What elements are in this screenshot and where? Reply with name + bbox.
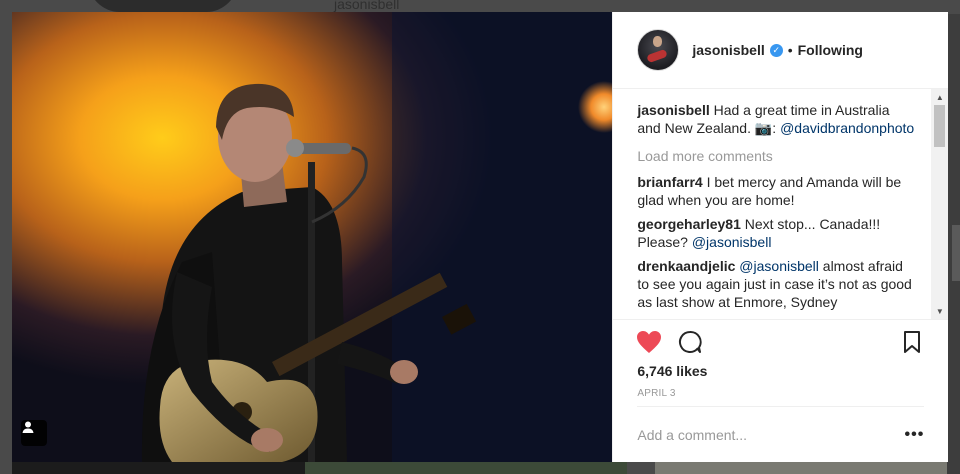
comment-item: brianfarr4 I bet mercy and Amanda will b… [637, 173, 916, 209]
comment-mention[interactable]: @jasonisbell [739, 258, 819, 274]
comment-username[interactable]: drenkaandjelic [637, 258, 735, 274]
post-header: jasonisbell ✓ • Following [613, 12, 949, 89]
comment-mention[interactable]: @jasonisbell [692, 234, 772, 250]
author-username[interactable]: jasonisbell [692, 42, 764, 58]
comments-list: jasonisbell Had a great time in Australi… [613, 89, 949, 320]
following-button[interactable]: Following [798, 42, 863, 58]
scroll-down-arrow-icon[interactable]: ▼ [931, 303, 948, 319]
caption-mention[interactable]: @davidbrandonphoto [780, 120, 914, 136]
background-avatar [88, 0, 238, 12]
verified-badge-icon: ✓ [769, 43, 783, 57]
comment-username[interactable]: georgeharley81 [637, 216, 741, 232]
background-username: jasonisbell [334, 0, 400, 12]
separator-dot: • [787, 42, 793, 58]
avatar[interactable] [637, 29, 680, 71]
comment-button[interactable] [676, 328, 704, 356]
post-sidebar: jasonisbell ✓ • Following jasonisbell Ha… [612, 12, 949, 463]
background-right-element [952, 225, 960, 281]
save-button[interactable] [898, 328, 926, 356]
post-actions [613, 328, 948, 362]
more-options-button[interactable]: ••• [905, 426, 925, 444]
speech-bubble-icon [679, 331, 702, 353]
load-more-comments-link[interactable]: Load more comments [637, 147, 916, 165]
add-comment-input[interactable] [637, 427, 905, 443]
comments-scrollbar[interactable]: ▲ ▼ [931, 89, 949, 319]
background-thumbnail [12, 462, 305, 474]
scroll-thumb[interactable] [934, 105, 946, 147]
heart-icon [637, 331, 662, 353]
user-tag-icon [22, 421, 34, 433]
post-photo [12, 12, 613, 462]
caption-username[interactable]: jasonisbell [637, 102, 709, 118]
post-modal: jasonisbell ✓ • Following jasonisbell Ha… [12, 12, 949, 463]
background-thumbnail [305, 462, 627, 474]
post-date[interactable]: APRIL 3 [637, 388, 675, 399]
tag-people-button[interactable] [21, 420, 47, 446]
add-comment-section: ••• [637, 406, 925, 463]
comment-item: drenkaandjelic @jasonisbell almost afrai… [637, 257, 916, 311]
background-thumbnail [655, 462, 947, 474]
comment-username[interactable]: brianfarr4 [637, 174, 702, 190]
like-button[interactable] [635, 328, 663, 356]
caption: jasonisbell Had a great time in Australi… [637, 101, 916, 137]
likes-count[interactable]: 6,746 likes [637, 363, 707, 379]
scroll-up-arrow-icon[interactable]: ▲ [931, 89, 948, 105]
bookmark-icon [904, 331, 921, 353]
concert-photo [12, 12, 613, 462]
comment-item: georgeharley81 Next stop... Canada!!! Pl… [637, 215, 916, 251]
